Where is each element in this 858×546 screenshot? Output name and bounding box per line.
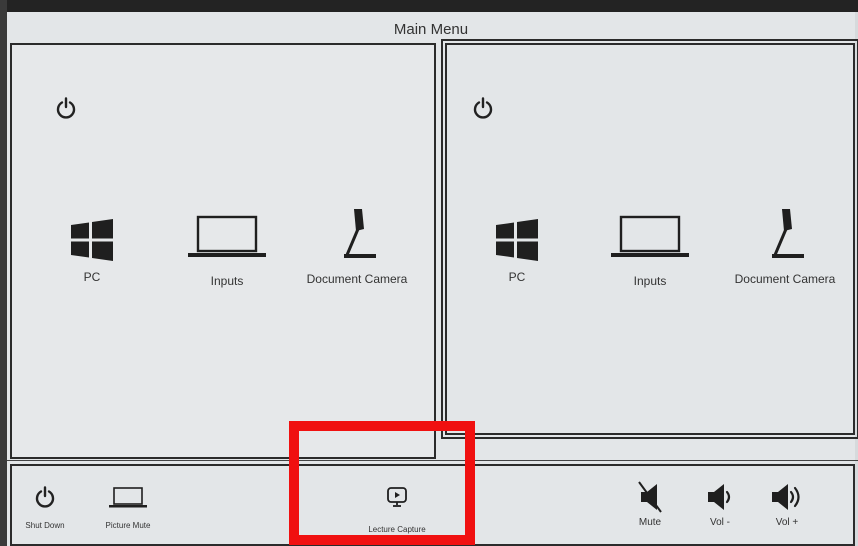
top-bezel [0, 0, 858, 12]
document-camera-icon [772, 209, 804, 258]
mute-label: Mute [638, 517, 662, 528]
source-label: PC [508, 270, 526, 284]
source-label: Document Camera [734, 272, 836, 286]
volume-down-icon [708, 484, 731, 510]
left-source-document-camera[interactable]: Document Camera [297, 207, 417, 286]
right-source-inputs[interactable]: Inputs [605, 215, 695, 288]
source-label: Inputs [633, 274, 667, 288]
windows-logo-icon [71, 219, 113, 261]
document-camera-icon [344, 209, 376, 258]
picture-mute-button[interactable]: Picture Mute [96, 486, 160, 530]
volume-down-button[interactable]: Vol - [698, 480, 742, 528]
source-label: PC [83, 270, 101, 284]
bottom-control-bar: Shut Down Picture Mute Lecture Capture M… [6, 460, 858, 546]
power-icon [473, 97, 493, 119]
vol-down-label: Vol - [709, 517, 730, 528]
volume-up-button[interactable]: Vol + [762, 480, 812, 528]
left-bezel [0, 0, 7, 546]
speaker-muted-icon [638, 481, 662, 513]
left-source-inputs[interactable]: Inputs [182, 215, 272, 288]
left-display-panel: PC Inputs Document Camera [10, 43, 436, 459]
left-display-power-button[interactable] [56, 97, 76, 124]
vol-up-label: Vol + [775, 517, 799, 528]
laptop-icon [611, 215, 689, 257]
right-source-document-camera[interactable]: Document Camera [725, 207, 845, 286]
laptop-icon [188, 215, 266, 257]
touch-panel-screen: Main Menu PC Inputs Document Camera PC I… [6, 12, 858, 546]
picture-mute-label: Picture Mute [105, 521, 151, 530]
windows-logo-icon [496, 219, 538, 261]
right-display-panel: PC Inputs Document Camera [441, 39, 858, 439]
right-source-pc[interactable]: PC [487, 219, 547, 284]
page-title: Main Menu [393, 21, 469, 38]
screen-play-icon [387, 487, 407, 507]
shut-down-label: Shut Down [25, 521, 65, 530]
source-label: Document Camera [306, 272, 408, 286]
volume-up-icon [772, 484, 800, 510]
power-icon [56, 97, 76, 119]
lecture-capture-label: Lecture Capture [368, 525, 426, 534]
source-label: Inputs [210, 274, 244, 288]
power-icon [35, 486, 55, 508]
mute-button[interactable]: Mute [628, 480, 672, 528]
right-display-power-button[interactable] [473, 97, 493, 124]
laptop-icon [109, 487, 147, 508]
lecture-capture-button[interactable]: Lecture Capture [352, 486, 442, 534]
left-source-pc[interactable]: PC [62, 219, 122, 284]
shut-down-button[interactable]: Shut Down [20, 486, 70, 530]
